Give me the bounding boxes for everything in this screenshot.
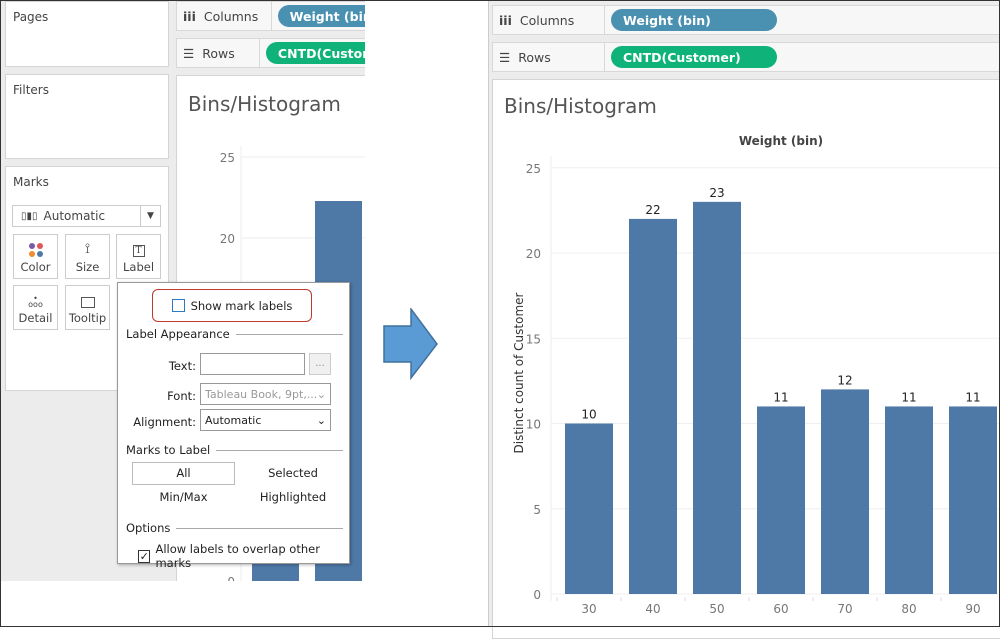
pages-card: Pages — [5, 1, 169, 67]
marks-to-label-heading: Marks to Label — [126, 443, 211, 457]
size-label: Size — [75, 260, 100, 274]
y-tick-label: 15 — [526, 332, 541, 346]
weight-bin-pill[interactable]: Weight (bin) — [277, 5, 365, 27]
data-label: 12 — [837, 373, 852, 387]
y-tick-label: 0 — [533, 588, 541, 602]
mark-type-dropdown[interactable]: ▯▮▯ Automatic ▼ — [12, 205, 161, 227]
histogram-chart: Weight (bin) Distinct count of Customer … — [512, 134, 1000, 616]
mark-type-value: Automatic — [43, 209, 106, 223]
rows-label: Rows — [202, 45, 235, 61]
data-label: 11 — [773, 390, 788, 404]
data-label: 23 — [709, 186, 724, 200]
option-all[interactable]: All — [132, 462, 235, 485]
checkmark-icon: ✓ — [138, 549, 151, 563]
after-screenshot: iii Columns Weight (bin) ☰ Rows CNTD(Custo… — [488, 1, 1000, 639]
columns-icon: iii — [183, 8, 196, 24]
label-button[interactable]: T Label — [116, 234, 161, 279]
arrow-right-icon — [383, 308, 438, 380]
data-label: 22 — [645, 203, 660, 217]
x-tick-label: 60 — [773, 602, 788, 616]
x-tick-label: 30 — [581, 602, 596, 616]
option-highlighted[interactable]: Highlighted — [243, 486, 343, 509]
label-appearance-heading: Label Appearance — [126, 327, 230, 341]
allow-overlap-checkbox[interactable]: ✓ Allow labels to overlap other marks — [138, 542, 349, 570]
y-tick-label: 20 — [220, 232, 235, 246]
before-screenshot: Pages Filters Marks ▯▮▯ Automatic ▼ Colo… — [1, 1, 365, 581]
bar[interactable] — [949, 406, 997, 594]
cntd-customer-pill[interactable]: CNTD(Customer) — [265, 42, 365, 64]
font-label: Font: — [167, 389, 196, 403]
size-icon: ⟟ — [84, 241, 91, 257]
text-input[interactable] — [200, 353, 305, 375]
label-label: Label — [122, 260, 155, 274]
color-label: Color — [20, 260, 51, 274]
show-mark-labels-checkbox[interactable]: Show mark labels — [152, 289, 312, 322]
chart-title: Weight (bin) — [739, 134, 823, 148]
font-value: Tableau Book, 9pt,... — [205, 387, 318, 401]
size-button[interactable]: ⟟ Size — [65, 234, 110, 279]
tooltip-button[interactable]: Tooltip — [65, 285, 110, 330]
data-label: 11 — [965, 390, 980, 404]
label-popup: Show mark labels Label Appearance Text: … — [117, 282, 350, 570]
filters-title: Filters — [13, 83, 49, 97]
detail-button[interactable]: • ooo Detail — [13, 285, 58, 330]
y-tick-label: 25 — [526, 162, 541, 176]
x-tick-label: 90 — [965, 602, 980, 616]
y-tick-label: 0 — [227, 575, 235, 581]
filters-card[interactable]: Filters — [5, 74, 169, 159]
bar[interactable] — [693, 201, 741, 594]
detail-dots-icon: • ooo — [28, 294, 43, 309]
data-label: 11 — [901, 390, 916, 404]
option-selected[interactable]: Selected — [243, 462, 343, 485]
rows-shelf: ☰ Rows CNTD(Customer) — [176, 38, 365, 68]
bar[interactable] — [565, 423, 613, 595]
y-tick-label: 20 — [526, 247, 541, 261]
font-dropdown[interactable]: Tableau Book, 9pt,... ⌄ — [200, 383, 331, 405]
rows-icon: ☰ — [183, 45, 195, 61]
chevron-down-icon: ⌄ — [316, 387, 326, 401]
label-text-icon: T — [132, 245, 145, 257]
pages-title: Pages — [13, 10, 49, 24]
color-dots-icon — [28, 243, 43, 257]
y-tick-label: 5 — [533, 503, 541, 517]
bar[interactable] — [629, 218, 677, 594]
bar-chart-icon: ▯▮▯ — [21, 210, 38, 222]
dropdown-arrow-icon: ▼ — [140, 206, 160, 226]
x-tick-label: 80 — [901, 602, 916, 616]
y-tick-label: 10 — [526, 418, 541, 432]
data-label: 10 — [581, 408, 596, 422]
columns-label: Columns — [203, 8, 259, 24]
tooltip-icon — [80, 297, 95, 308]
color-button[interactable]: Color — [13, 234, 58, 279]
tooltip-label: Tooltip — [68, 311, 107, 325]
marks-title: Marks — [13, 175, 49, 189]
checkbox-unchecked-icon — [171, 299, 185, 312]
detail-label: Detail — [18, 311, 53, 325]
options-heading: Options — [126, 521, 171, 535]
x-tick-label: 70 — [837, 602, 852, 616]
columns-shelf: iii Columns Weight (bin) — [176, 1, 365, 31]
text-label: Text: — [168, 359, 196, 373]
y-axis-label: Distinct count of Customer — [512, 292, 526, 453]
alignment-value: Automatic — [205, 413, 262, 427]
show-mark-labels-label: Show mark labels — [190, 298, 293, 313]
x-tick-label: 40 — [645, 602, 660, 616]
option-min-max[interactable]: Min/Max — [132, 486, 235, 509]
bar[interactable] — [885, 406, 933, 594]
text-edit-button[interactable]: ... — [309, 353, 331, 375]
allow-overlap-label: Allow labels to overlap other marks — [155, 542, 320, 570]
bar[interactable] — [821, 389, 869, 594]
chevron-down-icon: ⌄ — [316, 413, 326, 427]
bar[interactable] — [757, 406, 805, 594]
alignment-dropdown[interactable]: Automatic ⌄ — [200, 409, 331, 431]
y-tick-label: 25 — [220, 151, 235, 165]
alignment-label: Alignment: — [133, 415, 196, 429]
x-tick-label: 50 — [709, 602, 724, 616]
